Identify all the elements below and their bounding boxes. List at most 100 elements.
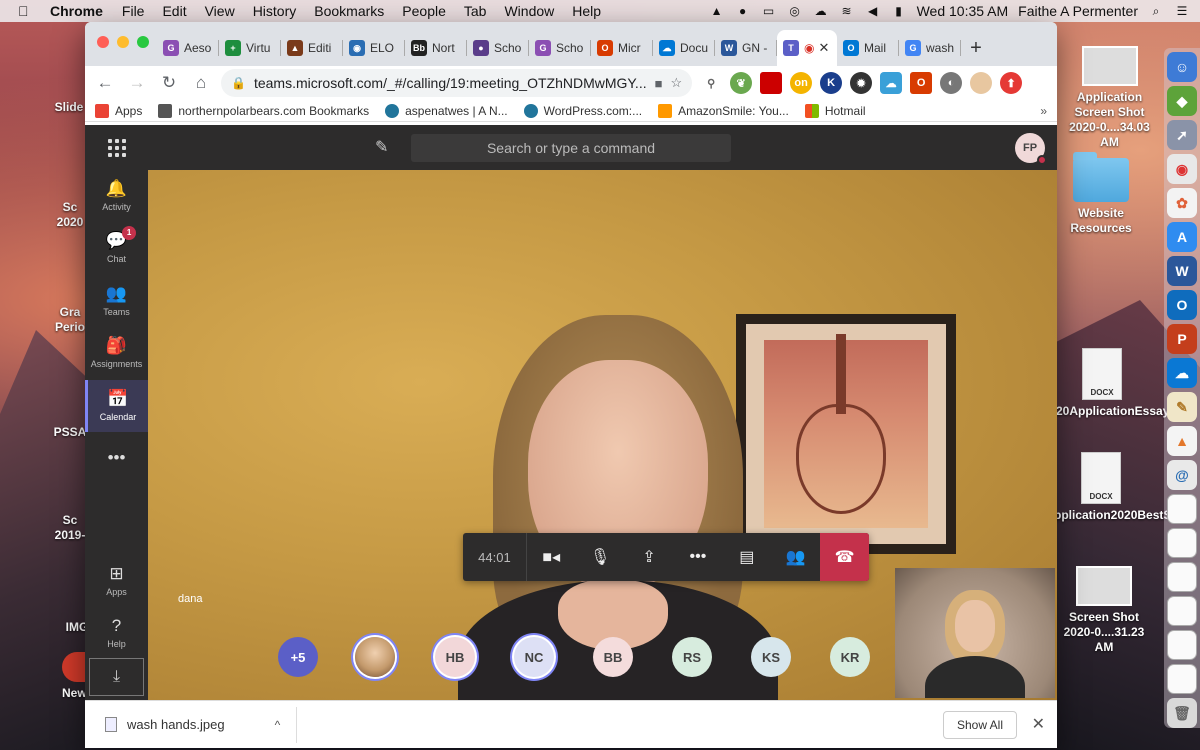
show-all-downloads-button[interactable]: Show All [942, 711, 1017, 739]
browser-tab[interactable]: O Mail [837, 30, 899, 66]
maps-icon[interactable]: ◆ [1167, 86, 1197, 116]
rail-item-calendar[interactable]: 📅 Calendar [85, 380, 148, 432]
camera-toggle-button[interactable]: ■◂ [527, 533, 576, 581]
profile-avatar[interactable] [970, 72, 993, 94]
magnifier-app-icon[interactable]: ◎ [787, 4, 803, 18]
spotlight-icon[interactable]: ⌕ [1148, 4, 1164, 18]
bookmark-wordpress[interactable]: WordPress.com:... [523, 103, 642, 118]
participant-avatar[interactable]: HB [435, 637, 475, 677]
browser-tab[interactable]: Bb Nort [405, 30, 467, 66]
browser-tab[interactable]: ▲ Editi [281, 30, 343, 66]
rail-item-teams[interactable]: 👥 Teams [85, 275, 148, 327]
browser-tab[interactable]: ◉ ELO [343, 30, 405, 66]
menu-help[interactable]: Help [572, 3, 601, 19]
hang-up-button[interactable]: ☎ [820, 533, 869, 581]
powerpoint-icon[interactable]: P [1167, 324, 1197, 354]
bookmark-folder[interactable]: northernpolarbears.com Bookmarks [158, 103, 369, 118]
app-store-icon[interactable]: A [1167, 222, 1197, 252]
browser-tab[interactable]: G Aeso [157, 30, 219, 66]
rail-item-activity[interactable]: 🔔 Activity [85, 170, 148, 222]
onedrive-icon[interactable]: ☁ [1167, 358, 1197, 388]
bookmarks-overflow-icon[interactable]: » [1040, 104, 1047, 118]
show-participants-button[interactable]: 👥 [771, 533, 820, 581]
notification-center-icon[interactable]: ☰ [1174, 4, 1190, 18]
participant-avatar[interactable]: RS [672, 637, 712, 677]
rail-item-help[interactable]: ? Help [85, 607, 148, 659]
document-thumb-icon[interactable] [1167, 528, 1197, 558]
participant-avatar[interactable]: BB [593, 637, 633, 677]
camera-in-use-icon[interactable]: ■ [655, 76, 663, 91]
finder-icon[interactable]: ☺ [1167, 52, 1197, 82]
launchpad-icon[interactable]: ➚ [1167, 120, 1197, 150]
participant-avatar[interactable]: KS [751, 637, 791, 677]
vlc-icon[interactable]: ▲ [709, 4, 725, 18]
participant-avatar[interactable]: KR [830, 637, 870, 677]
volume-icon[interactable]: ◀ [865, 4, 881, 18]
desktop-icon-left-3[interactable]: PSSA [50, 425, 90, 440]
update-extension-icon[interactable]: ⬆ [1000, 72, 1023, 94]
mail-at-icon[interactable]: @ [1167, 460, 1197, 490]
app-launcher-icon[interactable] [108, 139, 126, 157]
desktop-icon-left-4[interactable]: Sc 2019- [50, 513, 90, 543]
download-item[interactable]: wash hands.jpeg ^ [85, 706, 297, 743]
close-tab-icon[interactable]: ✕ [818, 40, 829, 56]
settings-extension-icon[interactable]: ✹ [850, 72, 873, 94]
desktop-icon-screenshot-3123[interactable]: Screen Shot 2020-0....31.23 AM [1058, 566, 1150, 655]
battery-icon[interactable]: ▮ [891, 4, 907, 18]
teams-search-input[interactable]: Search or type a command [411, 134, 731, 162]
lock-icon[interactable]: 🔒 [231, 76, 246, 90]
more-actions-button[interactable]: ••• [673, 533, 722, 581]
show-conversation-button[interactable]: ▤ [722, 533, 771, 581]
desktop-icon-application-screenshot[interactable]: Application Screen Shot 2020-0....34.03 … [1062, 46, 1157, 150]
close-window-button[interactable] [97, 36, 109, 48]
word-icon[interactable]: W [1167, 256, 1197, 286]
textedit-icon[interactable]: ✎ [1167, 392, 1197, 422]
desktop-icon-application-bestself[interactable]: DOCX pplication2020BestSelf [1054, 452, 1185, 523]
forward-button[interactable]: → [125, 71, 149, 95]
k-extension-icon[interactable]: K [820, 72, 843, 94]
desktop-icon-left-1[interactable]: Sc 2020 [50, 200, 90, 230]
document-thumb-icon[interactable] [1167, 664, 1197, 694]
cloud-extension-icon[interactable]: ☁ [880, 72, 903, 94]
browser-tab[interactable]: O Micr [591, 30, 653, 66]
download-desktop-app-icon[interactable]: ⤓ [89, 658, 144, 696]
menu-user-name[interactable]: Faithe A Permenter [1018, 3, 1138, 19]
menu-file[interactable]: File [122, 3, 145, 19]
menu-bookmarks[interactable]: Bookmarks [314, 3, 384, 19]
participant-avatar[interactable]: +5 [278, 637, 318, 677]
share-screen-button[interactable]: ⇪ [625, 533, 674, 581]
participant-avatar[interactable]: NC [514, 637, 554, 677]
menu-view[interactable]: View [205, 3, 235, 19]
new-chat-compose-icon[interactable]: ✎ [375, 137, 388, 157]
bookmark-hotmail[interactable]: Hotmail [804, 103, 866, 118]
back-button[interactable]: ← [93, 71, 117, 95]
address-bar[interactable]: 🔒 teams.microsoft.com/_#/calling/19:meet… [221, 69, 693, 97]
document-thumb-icon[interactable] [1167, 596, 1197, 626]
on-extension-icon[interactable]: on [790, 72, 813, 94]
menu-tab[interactable]: Tab [464, 3, 487, 19]
minimize-window-button[interactable] [117, 36, 129, 48]
cloud-icon[interactable]: ☁ [813, 4, 829, 18]
browser-tab[interactable]: + Virtu [219, 30, 281, 66]
close-icon[interactable]: ✕ [1032, 714, 1045, 734]
browser-tab[interactable]: ● Scho [467, 30, 529, 66]
bookmark-star-icon[interactable]: ☆ [670, 75, 682, 91]
leaf-extension-icon[interactable]: ❦ [730, 72, 753, 94]
menu-edit[interactable]: Edit [162, 3, 186, 19]
home-button[interactable]: ⌂ [189, 71, 213, 95]
bookmark-apps[interactable]: Apps [95, 103, 142, 118]
browser-tab[interactable]: Gwash [899, 30, 961, 66]
browser-tab[interactable]: W GN - [715, 30, 777, 66]
circle-extension-icon[interactable]: ◐ [940, 72, 963, 94]
rail-item-apps[interactable]: ⊞ Apps [85, 555, 148, 607]
chrome-icon[interactable]: ◉ [1167, 154, 1197, 184]
outlook-icon[interactable]: O [1167, 290, 1197, 320]
office-extension-icon[interactable]: O [910, 72, 933, 94]
desktop-icon-application-essay[interactable]: DOCX 20ApplicationEssay [1056, 348, 1169, 419]
document-thumb-icon[interactable] [1167, 630, 1197, 660]
desktop-icon-left-2[interactable]: Gra Perio [50, 305, 90, 335]
bookmark-aspenatwes[interactable]: aspenatwes | A N... [385, 103, 508, 118]
menu-history[interactable]: History [253, 3, 297, 19]
link-extension-icon[interactable]: ⚲ [700, 72, 723, 94]
trash-icon[interactable]: 🗑 [1167, 698, 1197, 728]
